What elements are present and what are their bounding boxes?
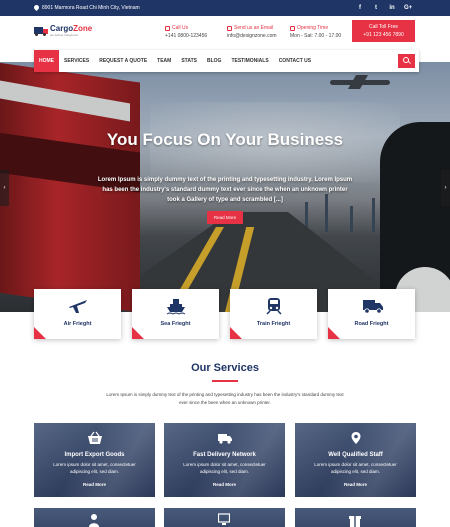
logo[interactable]: CargoZone we deliver happiness	[34, 25, 92, 37]
nav-item-team[interactable]: TEAM	[152, 50, 176, 72]
hours-value: Mon - Sat: 7.00 - 17.00	[290, 33, 342, 39]
toll-free-value: +91 123 456 7890	[363, 32, 404, 38]
hero-banner: You Focus On Your Business Lorem Ipsum i…	[0, 62, 450, 312]
slider-next-button[interactable]: ›	[441, 170, 450, 206]
gift-icon	[349, 516, 361, 527]
search-icon[interactable]	[398, 54, 415, 68]
address: 8901 Marmora Road Chi Minh City, Vietnam	[34, 5, 140, 11]
service-card-qualified-staff[interactable]: Well Qualified Staff Lorem ipsum dolor s…	[295, 423, 416, 497]
service-card-text: Lorem ipsum dolor sit amet, consectetuer…	[53, 462, 136, 474]
call-us-block: Call Us +141 0800-123456	[165, 24, 207, 40]
nav-item-testimonials[interactable]: TESTIMONIALS	[226, 50, 273, 72]
nav-item-stats[interactable]: STATS	[176, 50, 202, 72]
service-card-text: Lorem ipsum dolor sit amet, consectetuer…	[314, 462, 397, 474]
hours-label: Opening Time	[297, 25, 329, 31]
email-block: Send us an Email info@dexignzone.com	[227, 24, 277, 40]
service-card-read-more[interactable]: Read More	[34, 482, 155, 487]
address-text: 8901 Marmora Road Chi Minh City, Vietnam	[42, 5, 140, 11]
google-plus-icon[interactable]: G+	[404, 5, 412, 11]
feature-card-train[interactable]: Train Frieght	[230, 289, 317, 339]
service-card-title: Fast Delivery Network	[193, 452, 256, 458]
envelope-icon	[227, 25, 232, 31]
nav-item-request-quote[interactable]: REQUEST A QUOTE	[94, 50, 152, 72]
nav-item-contact[interactable]: CONTACT US	[274, 50, 316, 72]
map-pin-icon	[351, 432, 361, 444]
user-icon	[89, 514, 99, 527]
top-bar: 8901 Marmora Road Chi Minh City, Vietnam…	[0, 0, 450, 16]
service-card-title: Import Export Goods	[64, 452, 125, 458]
logo-name-accent: Zone	[73, 24, 93, 33]
email-label: Send us an Email	[234, 25, 274, 31]
feature-label: Air Frieght	[63, 321, 92, 327]
toll-free-button[interactable]: Call Toll Free +91 123 456 7890	[352, 20, 415, 42]
hero-title: You Focus On Your Business	[106, 130, 344, 149]
phone-icon	[165, 25, 170, 31]
feature-label: Road Frieght	[354, 321, 389, 327]
logo-name: Cargo	[50, 24, 74, 33]
service-card-partial[interactable]	[34, 508, 155, 527]
monitor-icon	[218, 513, 230, 525]
feature-card-air[interactable]: Air Frieght	[34, 289, 121, 339]
location-icon	[34, 5, 39, 11]
basket-icon	[88, 431, 102, 444]
service-card-partial[interactable]	[295, 508, 416, 527]
call-us-label: Call Us	[172, 25, 189, 31]
email-value[interactable]: info@dexignzone.com	[227, 32, 277, 40]
facebook-icon[interactable]: f	[356, 5, 364, 11]
feature-label: Train Frieght	[256, 321, 291, 327]
feature-card-sea[interactable]: Sea Frieght	[132, 289, 219, 339]
plane-icon	[69, 300, 87, 313]
service-card-read-more[interactable]: Read More	[295, 482, 416, 487]
feature-card-road[interactable]: Road Frieght	[328, 289, 415, 339]
service-card-title: Well Qualified Staff	[328, 452, 383, 458]
nav-item-services[interactable]: SERVICES	[59, 50, 94, 72]
call-us-value[interactable]: +141 0800-123456	[165, 32, 207, 40]
service-card-fast-delivery[interactable]: Fast Delivery Network Lorem ipsum dolor …	[164, 423, 285, 497]
services-title: Our Services	[191, 362, 259, 374]
service-card-partial[interactable]	[164, 508, 285, 527]
truck-icon	[363, 300, 383, 314]
nav-item-blog[interactable]: BLOG	[202, 50, 226, 72]
logo-truck-icon	[34, 26, 48, 36]
train-icon	[266, 298, 282, 315]
service-card-read-more[interactable]: Read More	[164, 482, 285, 487]
title-divider	[212, 380, 238, 382]
hero-text: Lorem Ipsum is simply dummy text of the …	[97, 177, 353, 203]
toll-free-label: Call Toll Free	[368, 24, 399, 30]
linkedin-icon[interactable]: in	[388, 5, 396, 11]
logo-tagline: we deliver happiness	[50, 33, 79, 37]
services-description: Lorem Ipsum is simply dummy text of the …	[106, 392, 344, 405]
nav-item-home[interactable]: HOME	[34, 50, 59, 72]
service-card-text: Lorem ipsum dolor sit amet, consectetuer…	[183, 462, 266, 474]
hero-read-more-button[interactable]: Read More	[207, 211, 243, 224]
slider-prev-button[interactable]: ‹	[0, 170, 9, 206]
delivery-truck-icon	[218, 434, 232, 444]
feature-label: Sea Frieght	[160, 321, 191, 327]
twitter-icon[interactable]: t	[372, 5, 380, 11]
main-nav: HOME SERVICES REQUEST A QUOTE TEAM STATS…	[34, 50, 419, 72]
social-links: f t in G+	[356, 5, 412, 11]
ship-icon	[166, 299, 186, 315]
hours-block: Opening Time Mon - Sat: 7.00 - 17.00	[290, 24, 341, 40]
service-card-import-export[interactable]: Import Export Goods Lorem ipsum dolor si…	[34, 423, 155, 497]
clock-icon	[290, 25, 295, 31]
